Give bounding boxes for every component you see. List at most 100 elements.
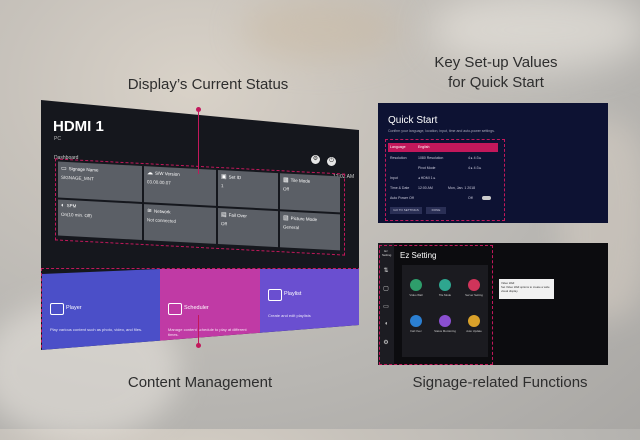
status-dashboard: ▭ Signage Name SIGNAGE_MNT ☁ S/W Version 0… — [55, 158, 345, 256]
ez-setting-screen: Ez Setting ⇅ ▢ ▭ ◖ ⚙ Ez Setting Video Wa… — [378, 243, 608, 365]
row-extra: Off — [468, 196, 473, 200]
tile-label: Fail Over — [228, 212, 247, 219]
fail-over-icon: ▤ — [221, 212, 227, 219]
player-icon — [50, 303, 64, 315]
auto-power-toggle[interactable] — [482, 196, 491, 200]
tile-fail-over[interactable]: ▤ Fail Over Off — [218, 207, 278, 248]
input-subtitle: PC — [54, 136, 61, 142]
done-button[interactable]: DONE — [426, 207, 446, 214]
tile-picture-mode[interactable]: ▧ Picture Mode General — [280, 211, 340, 251]
caption-content-management: Content Management — [127, 374, 273, 391]
power-icon[interactable]: ⏻ — [327, 157, 336, 166]
input-row[interactable]: Input ◂ HDMI 1 ▸ — [388, 174, 498, 183]
connector-line — [198, 110, 199, 174]
network-icon: ≋ — [147, 208, 153, 215]
software-icon: ☁ — [147, 170, 153, 177]
resolution-row[interactable]: Resolution 1080 Resolution 4 ▸ 4:3 ▸ — [388, 154, 498, 163]
caption-key-values: Key Set-up Values for Quick Start — [386, 53, 606, 93]
playlist-card[interactable]: Playlist Create and edit playlists — [260, 269, 359, 350]
quick-start-screen: Quick Start Confirm your language, locat… — [378, 103, 608, 223]
auto-update-icon[interactable] — [468, 315, 480, 327]
time-date-row[interactable]: Time & Date 12:00 AM Mon, Jan. 1 2018 — [388, 184, 498, 193]
caption-line: Key Set-up Values — [434, 54, 558, 71]
server-setting-icon[interactable] — [468, 279, 480, 291]
tile-mode-icon[interactable] — [439, 279, 451, 291]
tile-set-id[interactable]: ▣ Set ID 1 — [218, 169, 278, 210]
player-card[interactable]: Player Play various content such as phot… — [42, 269, 160, 350]
picture-mode-icon: ▧ — [283, 215, 289, 222]
tile-value: General — [283, 224, 300, 231]
quick-start-title: Quick Start — [388, 115, 438, 126]
tile-value: Off — [283, 186, 289, 192]
fail-over-icon[interactable] — [410, 315, 422, 327]
tile-label: SPM — [66, 203, 77, 209]
tile-label: Signage Name — [68, 166, 99, 173]
scheduler-card[interactable]: Scheduler Manage content schedule to pla… — [160, 269, 260, 350]
tile-value: On(10 min. Off) — [61, 211, 92, 219]
row-label: Time & Date — [390, 186, 410, 190]
item-label: Video Wall — [409, 293, 423, 297]
tile-value: SIGNAGE_MNT — [61, 174, 94, 182]
settings-icon[interactable]: ⚙ — [311, 155, 320, 164]
tile-label: Picture Mode — [290, 215, 318, 223]
row-label: Resolution — [390, 156, 407, 160]
row-extra: Mon, Jan. 1 2018 — [448, 186, 476, 190]
row-extra: 4 ▸ 4:3 ▸ — [468, 156, 482, 160]
item-label: Tile Mode — [438, 293, 452, 297]
tile-value: Not connected — [147, 217, 177, 224]
card-description: Manage content schedule to play at diffe… — [168, 327, 247, 337]
status-monitoring-icon[interactable] — [439, 315, 451, 327]
playlist-icon — [268, 289, 282, 301]
tile-mode-icon: ▦ — [283, 177, 289, 184]
quick-start-subtitle: Confirm your language, location, input, … — [388, 129, 495, 133]
tile-spm[interactable]: ◐ SPM On(10 min. Off) — [58, 199, 142, 240]
scheduler-icon — [168, 303, 182, 315]
item-label: Auto Update — [466, 329, 482, 333]
row-value: 1080 Resolution — [418, 156, 444, 160]
card-description: Play various content such as photo, vide… — [50, 327, 143, 332]
tile-network[interactable]: ≋ Network Not connected — [144, 204, 216, 244]
tile-signage-name[interactable]: ▭ Signage Name SIGNAGE_MNT — [58, 161, 142, 202]
row-label: Language — [390, 145, 406, 149]
item-label: Fail Over — [410, 329, 422, 333]
tile-value: 1 — [221, 183, 224, 189]
sd-icon: ▣ — [221, 174, 227, 181]
background-blur — [240, 0, 400, 60]
card-title: Player — [66, 305, 82, 311]
item-label: Status Monitoring — [434, 329, 456, 333]
row-value: English — [418, 145, 430, 149]
connector-dot — [196, 343, 201, 348]
display-icon: ▭ — [61, 165, 67, 173]
tile-tile-mode[interactable]: ▦ Tile Mode Off — [280, 173, 340, 213]
row-label: Input — [390, 176, 398, 180]
signage-display: HDMI 1 PC Dashboard ⚙ ⏻ 12:02 AM ▭ Signag… — [41, 100, 359, 350]
item-label: Server Setting — [465, 293, 483, 297]
tile-label: Tile Mode — [290, 177, 311, 184]
tooltip: Video Wall Set Video Wall options to cre… — [499, 279, 554, 299]
ez-setting-title: Ez Setting — [400, 251, 437, 260]
content-management-cards: Player Play various content such as phot… — [41, 268, 359, 350]
language-row[interactable]: Language English — [388, 143, 498, 152]
connector-line — [198, 315, 199, 345]
row-extra: 4 ▸ 4:3 ▸ — [468, 166, 482, 170]
spm-icon: ◐ — [61, 202, 65, 209]
card-title: Scheduler — [184, 305, 209, 311]
tile-value: Off — [221, 221, 227, 227]
tile-value: 03.00.00.07 — [147, 179, 171, 186]
row-label: Auto Power Off — [390, 196, 414, 200]
row-value: Pivot Mode — [418, 166, 436, 170]
row-value: 12:00 AM — [418, 186, 433, 190]
caption-signage-functions: Signage-related Functions — [412, 374, 588, 391]
tile-sw-version[interactable]: ☁ S/W Version 03.00.00.07 — [144, 166, 216, 206]
caption-line: for Quick Start — [448, 74, 544, 91]
tooltip-text: Set Video Wall options to create a wide … — [501, 285, 550, 293]
video-wall-icon[interactable] — [410, 279, 422, 291]
input-title: HDMI 1 — [53, 118, 104, 135]
tile-label: Network — [154, 208, 171, 215]
card-title: Playlist — [284, 291, 302, 297]
row-value: ◂ HDMI 1 ▸ — [418, 176, 436, 180]
card-description: Create and edit playlists — [268, 313, 311, 318]
tile-label: Set ID — [228, 174, 242, 181]
pivot-row[interactable]: Pivot Mode 4 ▸ 4:3 ▸ — [388, 164, 498, 173]
go-to-settings-button[interactable]: GO TO SETTINGS — [390, 207, 422, 214]
